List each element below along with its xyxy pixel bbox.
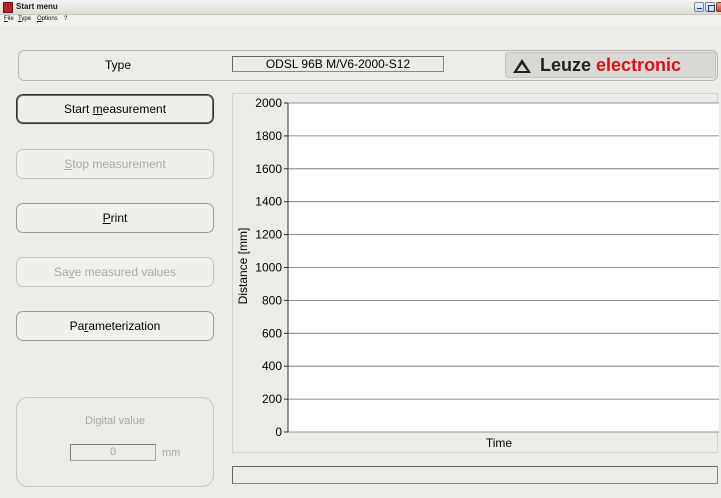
digital-value-field: 0 xyxy=(70,444,156,461)
digital-value-unit: mm xyxy=(162,447,181,459)
chart-y-tick-label: 1200 xyxy=(255,228,282,242)
logo-word-electronic: electronic xyxy=(596,55,682,75)
chart-y-tick-label: 1600 xyxy=(255,162,282,176)
chart-y-tick-label: 600 xyxy=(262,326,282,340)
menu-help[interactable]: ? xyxy=(64,16,67,22)
chart-y-tick-label: 0 xyxy=(275,425,282,439)
type-value-field: ODSL 96B M/V6-2000-S12 xyxy=(232,56,444,72)
distance-chart-panel: 0 200 400 600 800 1000 1200 1400 1600 1800 2000 Di… xyxy=(232,93,720,453)
digital-value-panel xyxy=(16,397,214,487)
chart-xlabel: Time xyxy=(486,436,513,450)
type-label: Type xyxy=(104,58,131,72)
chart-ylabel: Distance [mm] xyxy=(236,228,250,305)
leuze-logo-icon xyxy=(513,59,531,73)
app-icon xyxy=(3,2,13,13)
logo-text: Leuze electronic xyxy=(540,53,681,77)
close-icon[interactable] xyxy=(716,2,721,12)
chart-y-ticks: 0 200 400 600 800 1000 1200 1400 1600 1800 2000 xyxy=(255,96,289,439)
chart-y-tick-label: 1400 xyxy=(255,195,282,209)
status-field xyxy=(232,466,718,484)
logo-word-leuze: Leuze xyxy=(540,55,592,75)
menu-bar: File Type Options ? xyxy=(0,15,721,26)
title-bar: Start menu xyxy=(0,0,721,15)
chart-y-tick-label: 2000 xyxy=(255,96,282,110)
chart-y-tick-label: 800 xyxy=(262,293,282,307)
chart-y-tick-label: 1800 xyxy=(255,129,282,143)
menu-type[interactable]: Type xyxy=(18,16,31,22)
chart-y-tick-label: 400 xyxy=(262,359,282,373)
chart-y-tick-label: 1000 xyxy=(255,261,282,275)
distance-chart: 0 200 400 600 800 1000 1200 1400 1600 1800 2000 Di… xyxy=(236,96,720,450)
window-title: Start menu xyxy=(16,2,58,11)
digital-value-label: Digital value xyxy=(85,415,145,427)
menu-options[interactable]: Options xyxy=(37,16,58,22)
stop-measurement-button[interactable]: Stop measurement xyxy=(16,149,214,179)
chart-y-tick-label: 200 xyxy=(262,392,282,406)
start-measurement-button[interactable]: Start measurement xyxy=(16,94,214,124)
parameterization-button[interactable]: Parameterization xyxy=(16,311,214,341)
print-button[interactable]: Print xyxy=(16,203,214,233)
maximize-icon[interactable] xyxy=(705,2,715,12)
menu-file[interactable]: File xyxy=(4,16,14,22)
save-measured-values-button[interactable]: Save measured values xyxy=(16,257,214,287)
minimize-icon[interactable] xyxy=(694,2,704,12)
